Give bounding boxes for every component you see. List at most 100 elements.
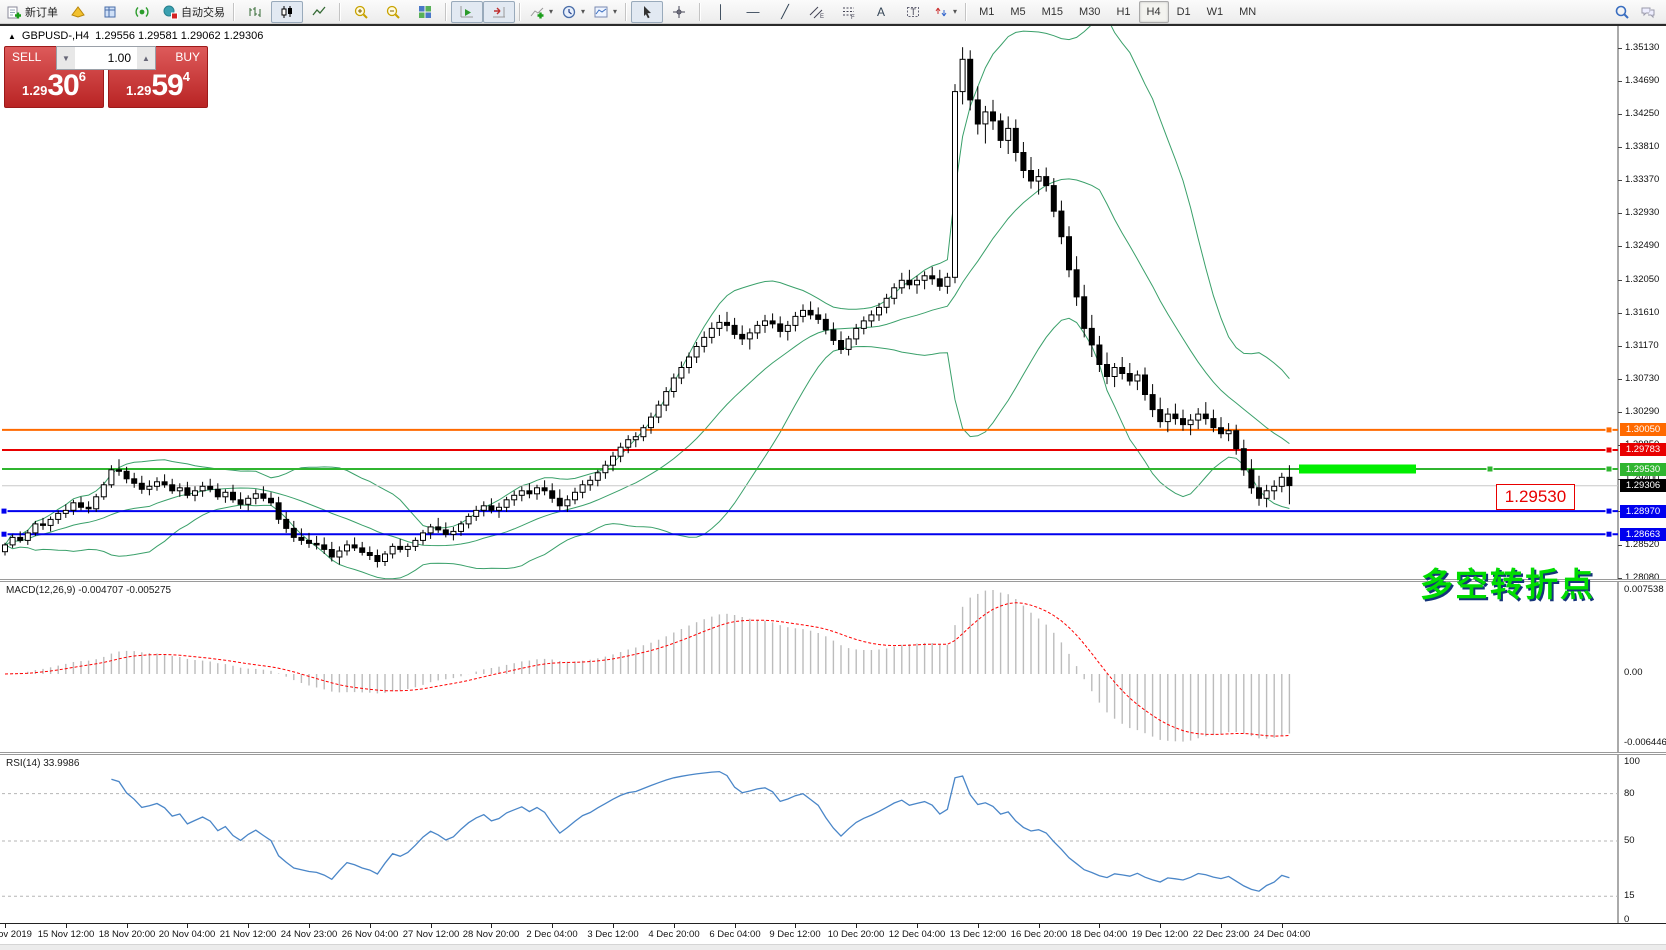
rsi-tick-label: 80 (1624, 788, 1635, 799)
horizontal-line-tool-button[interactable]: — (737, 1, 769, 23)
chat-icon[interactable] (1640, 4, 1656, 20)
auto-scroll-button[interactable] (451, 1, 483, 23)
price-callout-label[interactable]: 1.29530 (1496, 484, 1575, 510)
line-chart-mode-button[interactable] (303, 1, 335, 23)
timeframe-M15[interactable]: M15 (1034, 1, 1071, 23)
fibonacci-tool-button[interactable]: F (833, 1, 865, 23)
time-tick-mark (552, 924, 553, 928)
price-badge-1.28970: 1.28970 (1620, 505, 1666, 518)
time-axis-label: 14 Nov 2019 (0, 929, 32, 940)
time-axis-label: 16 Dec 20:00 (1011, 929, 1068, 940)
time-axis-label: 26 Nov 04:00 (342, 929, 399, 940)
price-chart-canvas[interactable] (0, 26, 1666, 579)
rsi-canvas[interactable] (0, 755, 1666, 923)
status-strip (0, 944, 1666, 950)
periods-button[interactable]: ▾ (557, 1, 589, 23)
timeframe-W1[interactable]: W1 (1199, 1, 1232, 23)
timeframe-H4[interactable]: H4 (1139, 1, 1169, 23)
time-tick-mark (370, 924, 371, 928)
price-tick-mark (1618, 313, 1622, 314)
text-label-tool-button[interactable]: T (897, 1, 929, 23)
data-window-button[interactable] (94, 1, 126, 23)
time-tick-mark (735, 924, 736, 928)
volume-increase-button[interactable]: ▲ (137, 47, 155, 69)
timeframe-bar: M1M5M15M30H1H4D1W1MN (971, 1, 1264, 23)
trendline-tool-button[interactable]: ╱ (769, 1, 801, 23)
strategy-tester-button[interactable] (126, 1, 158, 23)
templates-button[interactable]: ▾ (589, 1, 621, 23)
svg-text:F: F (851, 15, 855, 20)
new-order-icon (6, 4, 22, 20)
toolbar-separator (519, 3, 521, 21)
timeframe-M5[interactable]: M5 (1002, 1, 1033, 23)
timeframe-H1[interactable]: H1 (1108, 1, 1138, 23)
volume-input[interactable] (75, 47, 137, 69)
volume-decrease-button[interactable]: ▼ (57, 47, 75, 69)
tile-windows-button[interactable] (409, 1, 441, 23)
turning-point-annotation[interactable]: 多空转折点 (1420, 558, 1595, 606)
price-tick-label: 1.32490 (1625, 240, 1659, 251)
toolbar-separator (233, 3, 235, 21)
svg-text:E: E (820, 14, 824, 20)
time-tick-mark (491, 924, 492, 928)
time-tick-mark (127, 924, 128, 928)
rsi-pane[interactable]: RSI(14) 33.9986 1008050150 (0, 755, 1666, 924)
bar-chart-mode-button[interactable] (239, 1, 271, 23)
rsi-tick-label: 15 (1624, 890, 1635, 901)
zoom-in-icon (353, 4, 369, 20)
arrows-icon (933, 4, 949, 20)
candlestick-mode-button[interactable] (271, 1, 303, 23)
new-order-label: 新订单 (25, 4, 58, 20)
data-window-icon (102, 4, 118, 20)
indicators-button[interactable]: ▾ (525, 1, 557, 23)
macd-pane[interactable]: MACD(12,26,9) -0.004707 -0.005275 0.0075… (0, 582, 1666, 752)
price-badge-1.28663: 1.28663 (1620, 528, 1666, 541)
rsi-label: RSI(14) 33.9986 (6, 758, 79, 769)
equidistant-channel-icon: E (809, 4, 825, 20)
svg-text:T: T (911, 7, 917, 17)
macd-canvas[interactable] (0, 582, 1666, 752)
time-tick-mark (1282, 924, 1283, 928)
vertical-line-tool-button[interactable]: │ (705, 1, 737, 23)
toolbar-separator (699, 3, 701, 21)
timeframe-M1[interactable]: M1 (971, 1, 1002, 23)
time-tick-mark (917, 924, 918, 928)
market-watch-button[interactable] (62, 1, 94, 23)
price-tick-mark (1618, 412, 1622, 413)
price-tick-label: 1.31170 (1625, 340, 1659, 351)
crosshair-tool-button[interactable] (663, 1, 695, 23)
timeframe-MN[interactable]: MN (1231, 1, 1264, 23)
symbol-title: GBPUSD-,H4 (22, 30, 89, 42)
text-tool-button[interactable]: A (865, 1, 897, 23)
timeframe-D1[interactable]: D1 (1169, 1, 1199, 23)
toolbar-right-group (1614, 4, 1664, 20)
price-tick-mark (1618, 545, 1622, 546)
timeframe-M30[interactable]: M30 (1071, 1, 1108, 23)
sell-price: 1.29306 (5, 69, 103, 103)
indicators-icon (529, 4, 545, 20)
time-axis-label: 18 Dec 04:00 (1071, 929, 1128, 940)
channel-tool-button[interactable]: E (801, 1, 833, 23)
current-price-badge: 1.29306 (1620, 479, 1666, 492)
vertical-line-icon: │ (717, 5, 725, 18)
time-tick-mark (187, 924, 188, 928)
zoom-out-button[interactable] (377, 1, 409, 23)
price-chart-pane[interactable]: 1.351301.346901.342501.338101.333701.329… (0, 26, 1666, 579)
chart-shift-button[interactable] (483, 1, 515, 23)
price-tick-label: 1.32050 (1625, 274, 1659, 285)
trading-app: 新订单 自动交易 (0, 0, 1666, 950)
time-axis-label: 24 Nov 23:00 (281, 929, 338, 940)
search-icon[interactable] (1614, 4, 1630, 20)
new-order-button[interactable]: 新订单 (2, 1, 62, 23)
price-tick-label: 1.30730 (1625, 373, 1659, 384)
autotrading-button[interactable]: 自动交易 (158, 1, 229, 23)
time-axis[interactable]: 14 Nov 201915 Nov 12:0018 Nov 20:0020 No… (0, 924, 1666, 944)
time-axis-label: 28 Nov 20:00 (463, 929, 520, 940)
cursor-tool-button[interactable] (631, 1, 663, 23)
zoom-in-button[interactable] (345, 1, 377, 23)
buy-label: BUY (175, 50, 200, 64)
time-axis-label: 4 Dec 20:00 (648, 929, 699, 940)
buy-price: 1.29594 (109, 69, 207, 103)
arrows-tool-button[interactable]: ▾ (929, 1, 961, 23)
fibonacci-icon: F (841, 4, 857, 20)
